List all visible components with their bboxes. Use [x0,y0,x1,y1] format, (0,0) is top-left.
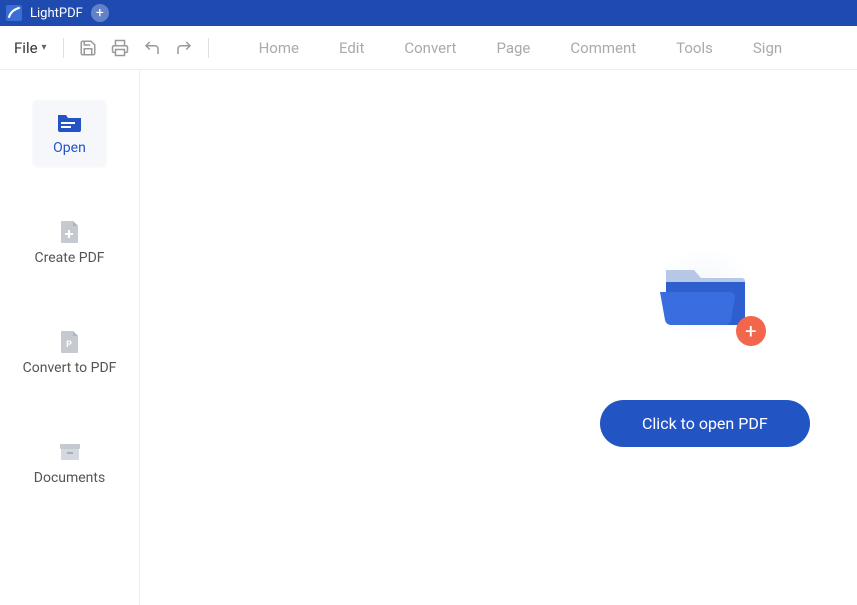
print-button[interactable] [106,34,134,62]
menubar: File ▾ Home Edit Convert Page [0,26,857,70]
plus-badge-icon: + [736,316,766,346]
sidebar-item-create-pdf[interactable]: Create PDF [15,210,125,276]
tab-tools[interactable]: Tools [656,33,733,63]
app-title: LightPDF [30,6,83,21]
tab-page[interactable]: Page [476,33,550,63]
file-pdf-icon: P [56,330,84,354]
sidebar: Open Create PDF P Convert [0,70,140,605]
sidebar-item-label: Open [53,140,86,156]
menu-tabs: Home Edit Convert Page Comment Tools Sig… [239,33,803,63]
file-menu-label: File [14,39,38,57]
open-folder-illustration: + [650,250,760,340]
open-file-group: + Click to open PDF [600,250,810,447]
plus-icon: + [96,6,104,20]
divider [63,38,64,58]
file-plus-icon [56,220,84,244]
body-area: Open Create PDF P Convert [0,70,857,605]
open-pdf-button[interactable]: Click to open PDF [600,400,810,447]
big-folder-icon [660,260,750,330]
sidebar-item-label: Convert to PDF [23,360,117,376]
folder-open-icon [56,110,84,134]
tab-convert[interactable]: Convert [384,33,476,63]
file-menu[interactable]: File ▾ [8,35,53,61]
app-logo-icon [6,5,22,21]
tab-comment[interactable]: Comment [550,33,656,63]
undo-button[interactable] [138,34,166,62]
new-tab-button[interactable]: + [91,4,109,22]
sidebar-item-label: Documents [34,470,105,486]
tab-home[interactable]: Home [239,33,319,63]
main-area: + Click to open PDF [140,70,857,605]
sidebar-item-documents[interactable]: Documents [14,430,125,496]
chevron-down-icon: ▾ [42,42,47,53]
titlebar: LightPDF + [0,0,857,26]
save-button[interactable] [74,34,102,62]
tab-sign[interactable]: Sign [733,33,802,63]
archive-icon [56,440,84,464]
sidebar-item-convert-pdf[interactable]: P Convert to PDF [3,320,137,386]
sidebar-item-label: Create PDF [35,250,105,266]
redo-button[interactable] [170,34,198,62]
tab-edit[interactable]: Edit [319,33,384,63]
divider [208,38,209,58]
svg-text:P: P [66,340,72,350]
sidebar-item-open[interactable]: Open [33,100,106,166]
